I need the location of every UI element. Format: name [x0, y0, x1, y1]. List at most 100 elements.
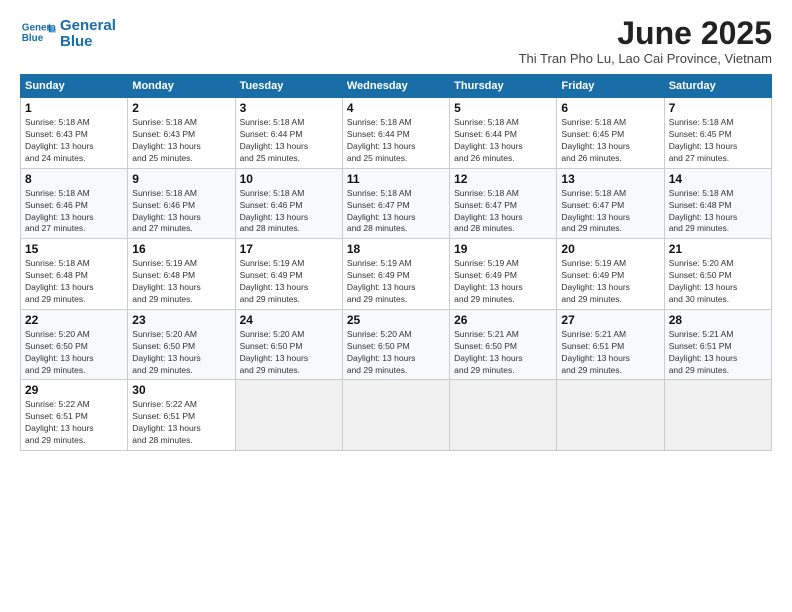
day-info: Sunrise: 5:20 AM Sunset: 6:50 PM Dayligh… — [669, 258, 767, 306]
day-of-week-header: Tuesday — [235, 75, 342, 98]
day-info: Sunrise: 5:18 AM Sunset: 6:46 PM Dayligh… — [132, 188, 230, 236]
header: General Blue General Blue June 2025 Thi … — [20, 16, 772, 66]
day-info: Sunrise: 5:20 AM Sunset: 6:50 PM Dayligh… — [240, 329, 338, 377]
calendar-cell: 18Sunrise: 5:19 AM Sunset: 6:49 PM Dayli… — [342, 239, 449, 310]
day-number: 18 — [347, 242, 445, 256]
day-number: 12 — [454, 172, 552, 186]
calendar-cell: 29 Sunrise: 5:22 AM Sunset: 6:51 PM Dayli… — [21, 380, 128, 451]
day-info: Sunrise: 5:18 AM Sunset: 6:43 PM Dayligh… — [132, 117, 230, 165]
day-of-week-header: Friday — [557, 75, 664, 98]
calendar-cell: 21 Sunrise: 5:20 AM Sunset: 6:50 PM Dayli… — [664, 239, 771, 310]
calendar-header-row: SundayMondayTuesdayWednesdayThursdayFrid… — [21, 75, 772, 98]
calendar-cell — [450, 380, 557, 451]
calendar-cell: 5Sunrise: 5:18 AM Sunset: 6:44 PM Daylig… — [450, 98, 557, 169]
day-number: 8 — [25, 172, 123, 186]
calendar-cell: 6 Sunrise: 5:18 AM Sunset: 6:45 PM Daylig… — [557, 98, 664, 169]
day-of-week-header: Sunday — [21, 75, 128, 98]
day-info: Sunrise: 5:18 AM Sunset: 6:47 PM Dayligh… — [347, 188, 445, 236]
logo-text-general: General — [60, 18, 116, 35]
day-info: Sunrise: 5:18 AM Sunset: 6:44 PM Dayligh… — [240, 117, 338, 165]
page: General Blue General Blue June 2025 Thi … — [0, 0, 792, 612]
day-number: 20 — [561, 242, 659, 256]
calendar-cell: 19Sunrise: 5:19 AM Sunset: 6:49 PM Dayli… — [450, 239, 557, 310]
calendar-cell: 17Sunrise: 5:19 AM Sunset: 6:49 PM Dayli… — [235, 239, 342, 310]
logo-text-blue: Blue — [60, 34, 116, 51]
day-number: 2 — [132, 101, 230, 115]
day-info: Sunrise: 5:18 AM Sunset: 6:47 PM Dayligh… — [454, 188, 552, 236]
day-number: 6 — [561, 101, 659, 115]
calendar-cell: 24 Sunrise: 5:20 AM Sunset: 6:50 PM Dayli… — [235, 309, 342, 380]
day-of-week-header: Saturday — [664, 75, 771, 98]
day-number: 29 — [25, 383, 123, 397]
calendar-cell: 10 Sunrise: 5:18 AM Sunset: 6:46 PM Dayli… — [235, 168, 342, 239]
calendar-cell: 16Sunrise: 5:19 AM Sunset: 6:48 PM Dayli… — [128, 239, 235, 310]
day-number: 26 — [454, 313, 552, 327]
day-info: Sunrise: 5:18 AM Sunset: 6:47 PM Dayligh… — [561, 188, 659, 236]
day-number: 13 — [561, 172, 659, 186]
location: Thi Tran Pho Lu, Lao Cai Province, Vietn… — [519, 51, 772, 66]
day-info: Sunrise: 5:18 AM Sunset: 6:45 PM Dayligh… — [561, 117, 659, 165]
day-info: Sunrise: 5:21 AM Sunset: 6:51 PM Dayligh… — [561, 329, 659, 377]
calendar-cell: 3 Sunrise: 5:18 AM Sunset: 6:44 PM Daylig… — [235, 98, 342, 169]
day-number: 27 — [561, 313, 659, 327]
day-info: Sunrise: 5:20 AM Sunset: 6:50 PM Dayligh… — [347, 329, 445, 377]
day-info: Sunrise: 5:18 AM Sunset: 6:48 PM Dayligh… — [25, 258, 123, 306]
calendar-cell: 20 Sunrise: 5:19 AM Sunset: 6:49 PM Dayli… — [557, 239, 664, 310]
day-info: Sunrise: 5:19 AM Sunset: 6:49 PM Dayligh… — [454, 258, 552, 306]
day-number: 17 — [240, 242, 338, 256]
calendar-cell — [664, 380, 771, 451]
day-info: Sunrise: 5:18 AM Sunset: 6:46 PM Dayligh… — [25, 188, 123, 236]
day-of-week-header: Monday — [128, 75, 235, 98]
day-info: Sunrise: 5:18 AM Sunset: 6:44 PM Dayligh… — [347, 117, 445, 165]
day-number: 30 — [132, 383, 230, 397]
calendar-cell: 9 Sunrise: 5:18 AM Sunset: 6:46 PM Daylig… — [128, 168, 235, 239]
day-number: 3 — [240, 101, 338, 115]
day-number: 24 — [240, 313, 338, 327]
day-of-week-header: Thursday — [450, 75, 557, 98]
day-number: 23 — [132, 313, 230, 327]
day-number: 4 — [347, 101, 445, 115]
day-number: 22 — [25, 313, 123, 327]
day-number: 21 — [669, 242, 767, 256]
day-info: Sunrise: 5:18 AM Sunset: 6:48 PM Dayligh… — [669, 188, 767, 236]
logo: General Blue General Blue — [20, 16, 116, 52]
calendar-cell: 2 Sunrise: 5:18 AM Sunset: 6:43 PM Daylig… — [128, 98, 235, 169]
day-info: Sunrise: 5:18 AM Sunset: 6:43 PM Dayligh… — [25, 117, 123, 165]
day-info: Sunrise: 5:18 AM Sunset: 6:45 PM Dayligh… — [669, 117, 767, 165]
day-info: Sunrise: 5:18 AM Sunset: 6:46 PM Dayligh… — [240, 188, 338, 236]
day-info: Sunrise: 5:21 AM Sunset: 6:50 PM Dayligh… — [454, 329, 552, 377]
day-number: 10 — [240, 172, 338, 186]
day-info: Sunrise: 5:22 AM Sunset: 6:51 PM Dayligh… — [132, 399, 230, 447]
calendar-cell: 28 Sunrise: 5:21 AM Sunset: 6:51 PM Dayli… — [664, 309, 771, 380]
calendar-week-row: 15 Sunrise: 5:18 AM Sunset: 6:48 PM Dayli… — [21, 239, 772, 310]
calendar-week-row: 1Sunrise: 5:18 AM Sunset: 6:43 PM Daylig… — [21, 98, 772, 169]
calendar-cell: 1Sunrise: 5:18 AM Sunset: 6:43 PM Daylig… — [21, 98, 128, 169]
day-number: 11 — [347, 172, 445, 186]
day-number: 15 — [25, 242, 123, 256]
day-number: 28 — [669, 313, 767, 327]
svg-text:Blue: Blue — [22, 33, 44, 44]
title-block: June 2025 Thi Tran Pho Lu, Lao Cai Provi… — [519, 16, 772, 66]
calendar-cell: 4 Sunrise: 5:18 AM Sunset: 6:44 PM Daylig… — [342, 98, 449, 169]
calendar-cell: 14Sunrise: 5:18 AM Sunset: 6:48 PM Dayli… — [664, 168, 771, 239]
day-info: Sunrise: 5:22 AM Sunset: 6:51 PM Dayligh… — [25, 399, 123, 447]
calendar-cell: 8 Sunrise: 5:18 AM Sunset: 6:46 PM Daylig… — [21, 168, 128, 239]
calendar-cell: 13 Sunrise: 5:18 AM Sunset: 6:47 PM Dayli… — [557, 168, 664, 239]
calendar-cell: 23 Sunrise: 5:20 AM Sunset: 6:50 PM Dayli… — [128, 309, 235, 380]
day-of-week-header: Wednesday — [342, 75, 449, 98]
month-title: June 2025 — [519, 16, 772, 51]
calendar-cell — [557, 380, 664, 451]
calendar-cell: 30 Sunrise: 5:22 AM Sunset: 6:51 PM Dayli… — [128, 380, 235, 451]
day-info: Sunrise: 5:21 AM Sunset: 6:51 PM Dayligh… — [669, 329, 767, 377]
calendar-cell: 15 Sunrise: 5:18 AM Sunset: 6:48 PM Dayli… — [21, 239, 128, 310]
day-number: 7 — [669, 101, 767, 115]
calendar: SundayMondayTuesdayWednesdayThursdayFrid… — [20, 74, 772, 451]
calendar-cell: 26 Sunrise: 5:21 AM Sunset: 6:50 PM Dayli… — [450, 309, 557, 380]
calendar-cell — [235, 380, 342, 451]
calendar-cell: 11 Sunrise: 5:18 AM Sunset: 6:47 PM Dayli… — [342, 168, 449, 239]
day-info: Sunrise: 5:20 AM Sunset: 6:50 PM Dayligh… — [132, 329, 230, 377]
day-number: 16 — [132, 242, 230, 256]
day-number: 9 — [132, 172, 230, 186]
day-info: Sunrise: 5:19 AM Sunset: 6:49 PM Dayligh… — [561, 258, 659, 306]
calendar-cell: 12 Sunrise: 5:18 AM Sunset: 6:47 PM Dayli… — [450, 168, 557, 239]
